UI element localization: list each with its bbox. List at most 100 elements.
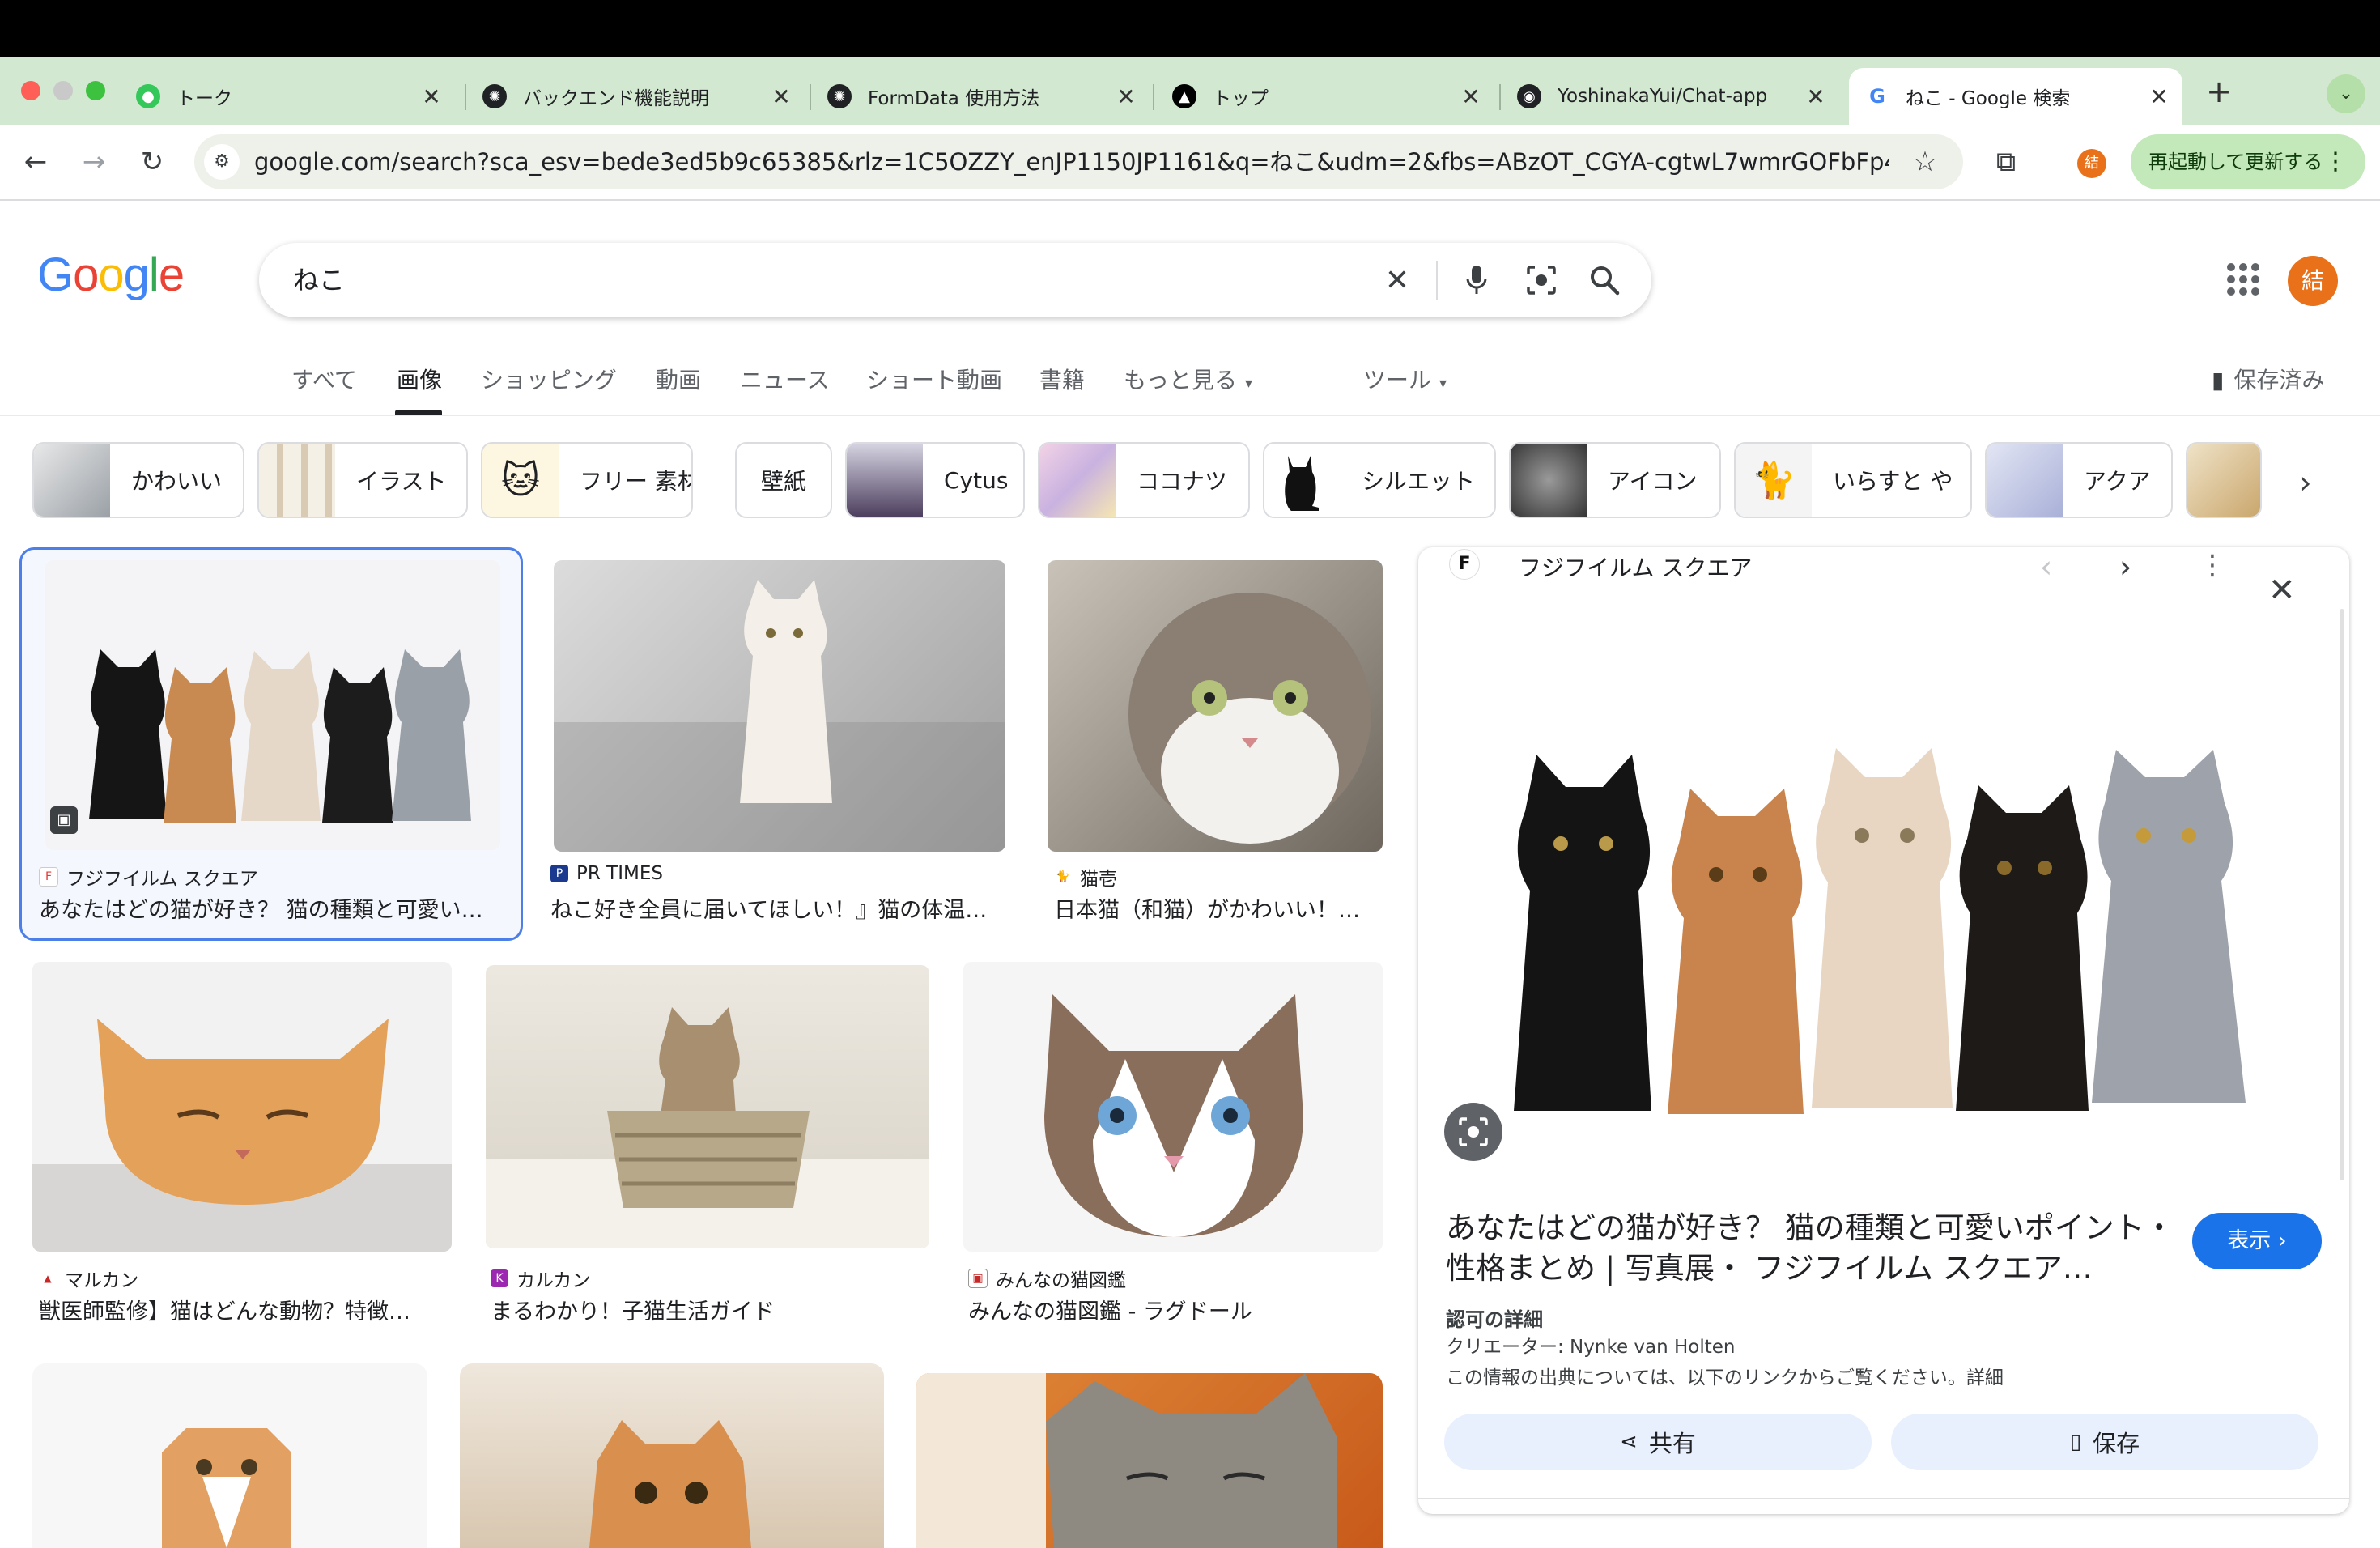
- result-title[interactable]: まるわかり！子猫生活ガイド: [491, 1294, 928, 1325]
- result-image-scottish-fold[interactable]: [32, 1363, 427, 1548]
- bookmark-star-icon[interactable]: ☆: [1906, 142, 1944, 181]
- tab-images[interactable]: 画像: [397, 363, 442, 395]
- chip-coconut[interactable]: ココナツ: [1038, 442, 1250, 518]
- preview-title[interactable]: あなたはどの猫が好き？ 猫の種類と可愛いポイント・性格まとめ | 写真展・ フジ…: [1446, 1208, 2174, 1289]
- result-title[interactable]: あなたはどの猫が好き？ 猫の種類と可愛い…: [39, 892, 508, 924]
- tab-divider: [1499, 84, 1501, 110]
- preview-scrollbar[interactable]: [2340, 609, 2344, 1180]
- tab-google-search[interactable]: G ねこ - Google 検索 ✕: [1849, 68, 2182, 125]
- close-icon[interactable]: ✕: [769, 83, 793, 110]
- chip-kawaii[interactable]: かわいい: [32, 442, 244, 518]
- cat-face-icon: 🐱: [482, 444, 559, 517]
- chip-free-material[interactable]: 🐱 フリー 素材: [481, 442, 693, 518]
- search-icon[interactable]: [1582, 257, 1627, 303]
- preview-next-arrow-icon[interactable]: ›: [2119, 549, 2131, 585]
- clear-search-icon[interactable]: ✕: [1375, 257, 1420, 303]
- result-title[interactable]: 獣医師監修】猫はどんな動物？特徴…: [39, 1294, 452, 1325]
- tab-github[interactable]: ◉ YoshinakaYui/Chat-app ✕: [1517, 68, 1828, 125]
- tab-backend[interactable]: ✺ バックエンド機能説明 ✕: [482, 68, 793, 125]
- close-window-button[interactable]: [21, 81, 40, 100]
- chip-icon[interactable]: アイコン: [1509, 442, 1721, 518]
- result-title[interactable]: ねこ好き全員に届いてほしい！』猫の体温…: [550, 892, 1012, 924]
- saved-link[interactable]: ▮ 保存済み: [2212, 363, 2324, 395]
- dropdown-arrow-icon: ▾: [1439, 375, 1447, 392]
- new-tab-button[interactable]: +: [2199, 71, 2239, 112]
- kalkan-favicon-icon: K: [491, 1269, 508, 1287]
- chip-cytus[interactable]: Cytus: [845, 442, 1025, 518]
- save-button[interactable]: ▯ 保存: [1891, 1414, 2318, 1470]
- result-image-ragdoll[interactable]: [963, 962, 1383, 1252]
- tab-formdata[interactable]: ✺ FormData 使用方法 ✕: [827, 68, 1138, 125]
- site-settings-icon[interactable]: ⚙: [204, 144, 240, 180]
- tab-news[interactable]: ニュース: [740, 363, 830, 395]
- account-avatar[interactable]: 結: [2288, 256, 2338, 306]
- tools-button[interactable]: ツール ▾: [1363, 363, 1447, 395]
- url-text[interactable]: google.com/search?sca_esv=bede3ed5b9c653…: [254, 134, 1889, 189]
- preview-source[interactable]: フジフイルム スクエア: [1519, 551, 1752, 583]
- close-preview-icon[interactable]: ✕: [2268, 572, 2296, 609]
- search-input[interactable]: ねこ: [293, 243, 345, 317]
- result-image-orange-cat[interactable]: [32, 962, 452, 1252]
- result-image-kitten-basket[interactable]: [486, 965, 929, 1248]
- creator-credit: クリエーター: Nynke van Holten: [1446, 1337, 1736, 1358]
- lens-search-icon[interactable]: [1444, 1103, 1502, 1161]
- minimize-window-button[interactable]: [53, 81, 73, 100]
- close-icon[interactable]: ✕: [1459, 83, 1483, 110]
- result-image-sleeping-tabby[interactable]: [916, 1373, 1383, 1548]
- aqua-thumbnail: [1987, 444, 2063, 517]
- close-icon[interactable]: ✕: [1804, 83, 1828, 110]
- dropdown-arrow-icon: ▾: [1245, 375, 1253, 392]
- cytus-thumbnail: [847, 444, 923, 517]
- result-image-white-kitten[interactable]: [554, 560, 1005, 852]
- back-button[interactable]: ←: [16, 142, 55, 181]
- chip-silhouette[interactable]: シルエット: [1263, 442, 1496, 518]
- lens-camera-icon[interactable]: [1519, 257, 1564, 303]
- result-source: 🐈 猫壱: [1054, 863, 1117, 891]
- tab-search-button[interactable]: ⌄: [2327, 74, 2365, 113]
- forward-button[interactable]: →: [74, 142, 113, 181]
- chips-next-arrow-icon[interactable]: ›: [2283, 460, 2328, 505]
- more-vert-icon[interactable]: ⋮: [2199, 549, 2226, 581]
- google-logo[interactable]: Google: [37, 248, 185, 302]
- tab-divider: [465, 84, 466, 110]
- chip-partial[interactable]: [2186, 442, 2262, 518]
- marukan-favicon-icon: ▲: [39, 1269, 57, 1287]
- preview-prev-arrow-icon[interactable]: ‹: [2040, 549, 2052, 585]
- prtimes-favicon-icon: P: [550, 865, 568, 882]
- tab-short-videos[interactable]: ショート動画: [866, 363, 1002, 395]
- fujifilm-favicon-icon: F: [1449, 549, 1480, 580]
- extensions-icon[interactable]: ⧉: [1987, 142, 2025, 181]
- close-icon[interactable]: ✕: [1114, 83, 1138, 110]
- openai-icon: ✺: [482, 84, 507, 108]
- restart-update-button[interactable]: 再起動して更新する ⋮: [2131, 134, 2365, 189]
- menu-bar-strip: [0, 0, 2380, 57]
- chip-irasutoya[interactable]: 🐈 いらすと や: [1734, 442, 1972, 518]
- chip-illust[interactable]: イラスト: [257, 442, 468, 518]
- tab-shopping[interactable]: ショッピング: [481, 363, 617, 395]
- chip-wallpaper[interactable]: 壁紙: [735, 442, 832, 518]
- tab-more[interactable]: もっと見る ▾: [1124, 363, 1252, 395]
- search-box[interactable]: [259, 243, 1651, 317]
- profile-avatar[interactable]: 結: [2077, 149, 2106, 178]
- google-apps-icon[interactable]: [2223, 259, 2263, 300]
- microphone-icon[interactable]: [1454, 257, 1499, 303]
- close-icon[interactable]: ✕: [419, 83, 444, 110]
- reload-button[interactable]: ↻: [133, 142, 172, 181]
- close-icon[interactable]: ✕: [2147, 83, 2171, 110]
- chip-aqua[interactable]: アクア: [1985, 442, 2173, 518]
- tab-top[interactable]: ▲ トップ ✕: [1172, 68, 1483, 125]
- result-title[interactable]: みんなの猫図鑑 - ラグドール: [968, 1294, 1381, 1325]
- tab-talk[interactable]: ● トーク ✕: [136, 68, 444, 125]
- result-image-kittens-row[interactable]: [45, 560, 500, 850]
- zoom-window-button[interactable]: [86, 81, 105, 100]
- preview-image[interactable]: [1428, 609, 2320, 1140]
- result-title[interactable]: 日本猫（和猫）がかわいい！…: [1054, 892, 1378, 924]
- tab-all[interactable]: すべて: [291, 363, 357, 395]
- tab-books[interactable]: 書籍: [1039, 363, 1085, 395]
- share-button[interactable]: ⋖ 共有: [1444, 1414, 1872, 1470]
- tab-videos[interactable]: 動画: [656, 363, 701, 395]
- credit-note[interactable]: この情報の出典については、以下のリンクからご覧ください。詳細: [1446, 1362, 2004, 1389]
- result-image-ginger-kitten[interactable]: [460, 1363, 884, 1548]
- view-button[interactable]: 表示 ›: [2192, 1213, 2322, 1269]
- result-image-tabby-closeup[interactable]: [1048, 560, 1383, 852]
